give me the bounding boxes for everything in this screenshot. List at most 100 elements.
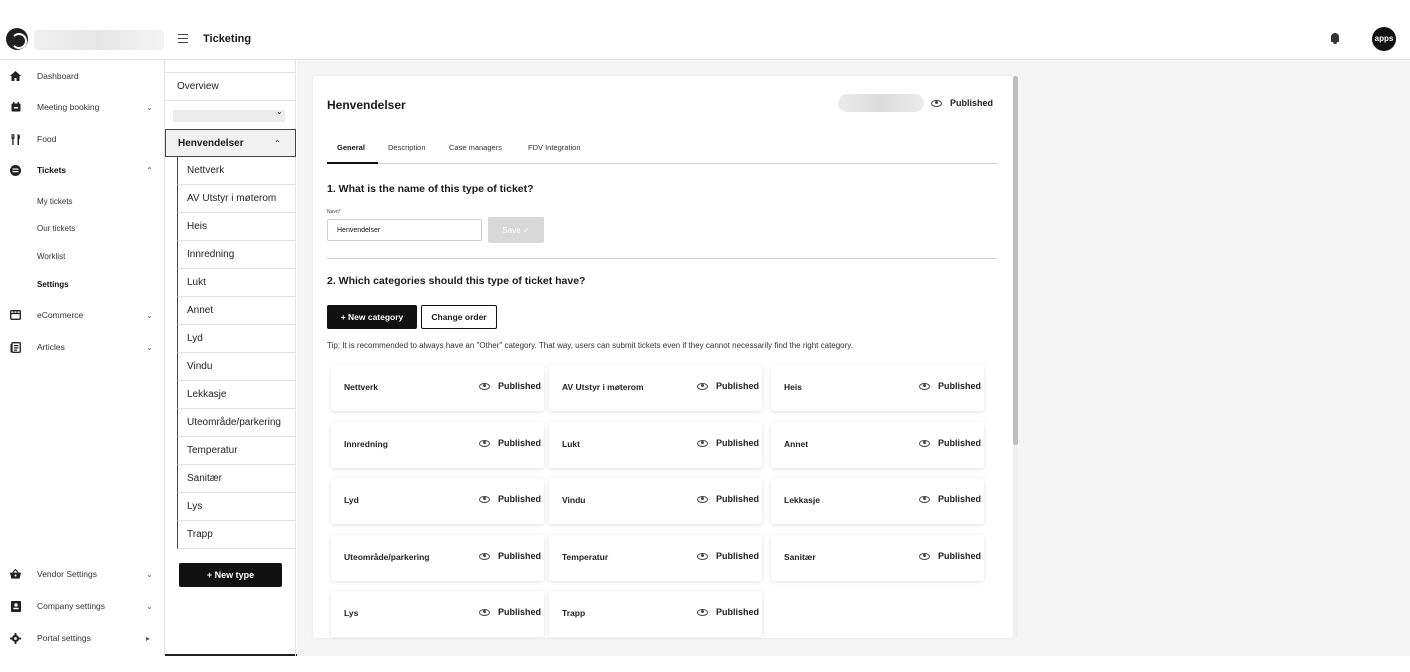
status-redacted xyxy=(838,94,924,112)
type-select-redacted[interactable] xyxy=(173,110,285,122)
type-child-item[interactable]: AV Utstyr i møterom xyxy=(177,185,296,213)
basket-icon xyxy=(10,569,21,580)
type-child-item[interactable]: Nettverk xyxy=(177,157,296,185)
status-badge[interactable]: Published xyxy=(931,98,993,108)
sidebar-item-tickets[interactable]: Tickets ⌃ xyxy=(0,156,164,184)
category-card[interactable]: Annet Published xyxy=(771,422,984,468)
category-card[interactable]: Innredning Published xyxy=(331,422,544,468)
sidebar-item-portal-settings[interactable]: Portal settings ▸ xyxy=(0,624,164,652)
type-child-item[interactable]: Sanitær xyxy=(177,465,296,493)
name-field[interactable]: Henvendelser xyxy=(327,219,482,241)
calendar-icon xyxy=(10,102,21,113)
eye-icon xyxy=(479,552,490,560)
status-label: Published xyxy=(498,494,542,504)
home-icon xyxy=(10,71,21,82)
tab-description[interactable]: Description xyxy=(388,143,426,152)
sidebar-item-dashboard[interactable]: Dashboard xyxy=(0,62,164,90)
eye-icon xyxy=(479,608,490,616)
status-badge: Published xyxy=(479,438,541,448)
type-child-item[interactable]: Lukt xyxy=(177,269,296,297)
type-child-item[interactable]: Lys xyxy=(177,493,296,521)
type-child-item[interactable]: Lekkasje xyxy=(177,381,296,409)
sidebar-subitem-worklist[interactable]: Worklist xyxy=(37,252,65,261)
app-frame: Ticketing apps Dashboard Meeting booking… xyxy=(0,0,1410,656)
eye-icon xyxy=(697,608,708,616)
avatar[interactable]: apps xyxy=(1372,27,1396,51)
status-label: Published xyxy=(498,381,542,391)
change-order-button[interactable]: Change order xyxy=(421,305,497,329)
type-child-item[interactable]: Innredning xyxy=(177,241,296,269)
sidebar-item-articles[interactable]: Articles ⌄ xyxy=(0,333,164,361)
tab-case-managers[interactable]: Case managers xyxy=(449,143,502,152)
category-name: Heis xyxy=(784,382,802,392)
status-label: Published xyxy=(950,98,994,108)
type-child-item[interactable]: Uteområde/parkering xyxy=(177,409,296,437)
sidebar: Dashboard Meeting booking ⌄ Food Tickets… xyxy=(0,60,164,656)
category-card[interactable]: Vindu Published xyxy=(549,478,762,524)
cutlery-icon xyxy=(10,133,21,145)
name-field-label: Navn* xyxy=(327,209,341,215)
scrollbar-thumb[interactable] xyxy=(1013,76,1018,445)
category-card[interactable]: Lekkasje Published xyxy=(771,478,984,524)
chevron-down-icon: ⌄ xyxy=(276,107,283,116)
category-name: Innredning xyxy=(344,439,388,449)
new-category-button[interactable]: + New category xyxy=(327,305,417,329)
sidebar-item-vendor-settings[interactable]: Vendor Settings ⌄ xyxy=(0,560,164,588)
category-card[interactable]: Nettverk Published xyxy=(331,365,544,411)
chevron-up-icon: ⌃ xyxy=(146,165,153,175)
category-name: Lekkasje xyxy=(784,495,820,505)
status-label: Published xyxy=(716,551,760,561)
sidebar-item-company-settings[interactable]: Company settings ⌄ xyxy=(0,592,164,620)
store-icon xyxy=(10,310,21,321)
status-badge: Published xyxy=(479,551,541,561)
type-child-item[interactable]: Heis xyxy=(177,213,296,241)
type-child-item[interactable]: Annet xyxy=(177,297,296,325)
category-card[interactable]: Uteområde/parkering Published xyxy=(331,535,544,581)
type-child-item[interactable]: Vindu xyxy=(177,353,296,381)
chevron-down-icon: ⌄ xyxy=(146,569,153,579)
bell-icon[interactable] xyxy=(1331,33,1339,44)
category-card[interactable]: Trapp Published xyxy=(549,591,762,637)
category-card[interactable]: Temperatur Published xyxy=(549,535,762,581)
category-card[interactable]: Lys Published xyxy=(331,591,544,637)
sidebar-subitem-my-tickets[interactable]: My tickets xyxy=(37,197,73,206)
chevron-down-icon: ⌄ xyxy=(146,310,153,320)
globe-logo-icon[interactable] xyxy=(6,28,28,50)
sidebar-item-ecommerce[interactable]: eCommerce ⌄ xyxy=(0,301,164,329)
eye-icon xyxy=(931,99,942,107)
chevron-down-icon: ⌄ xyxy=(146,601,153,611)
eye-icon xyxy=(919,382,930,390)
sidebar-item-label: Vendor Settings xyxy=(37,569,98,579)
category-card[interactable]: Heis Published xyxy=(771,365,984,411)
new-type-button[interactable]: + New type xyxy=(179,563,282,587)
category-name: Vindu xyxy=(562,495,586,505)
types-overview-item[interactable]: Overview xyxy=(165,73,296,101)
status-label: Published xyxy=(498,607,542,617)
sidebar-item-label: Meeting booking xyxy=(37,102,100,112)
save-button[interactable]: Save ✓ xyxy=(488,217,544,243)
sidebar-item-food[interactable]: Food xyxy=(0,125,164,153)
ticket-type-card: Henvendelser Published General Descripti… xyxy=(313,76,1013,638)
sidebar-subitem-settings[interactable]: Settings xyxy=(37,280,69,289)
sidebar-subitem-our-tickets[interactable]: Our tickets xyxy=(37,224,75,233)
sidebar-item-meeting-booking[interactable]: Meeting booking ⌄ xyxy=(0,93,164,121)
type-child-item[interactable]: Trapp xyxy=(177,521,296,549)
eye-icon xyxy=(479,495,490,503)
tab-fdv-integration[interactable]: FDV Integration xyxy=(528,143,581,152)
menu-icon[interactable] xyxy=(178,34,188,43)
type-group-henvendelser[interactable]: Henvendelser ⌃ xyxy=(165,129,296,157)
chevron-down-icon: ⌄ xyxy=(146,102,153,112)
eye-icon xyxy=(697,439,708,447)
status-label: Published xyxy=(498,551,542,561)
type-child-item[interactable]: Lyd xyxy=(177,325,296,353)
sidebar-item-label: Food xyxy=(37,134,57,144)
category-card[interactable]: Lyd Published xyxy=(331,478,544,524)
chevron-up-icon: ⌃ xyxy=(274,138,281,148)
category-card[interactable]: Lukt Published xyxy=(549,422,762,468)
section-name-heading: 1. What is the name of this type of tick… xyxy=(327,183,534,195)
tab-general[interactable]: General xyxy=(337,143,365,152)
category-card[interactable]: AV Utstyr i møterom Published xyxy=(549,365,762,411)
type-child-item[interactable]: Temperatur xyxy=(177,437,296,465)
category-card[interactable]: Sanitær Published xyxy=(771,535,984,581)
sidebar-item-label: Company settings xyxy=(37,601,106,611)
